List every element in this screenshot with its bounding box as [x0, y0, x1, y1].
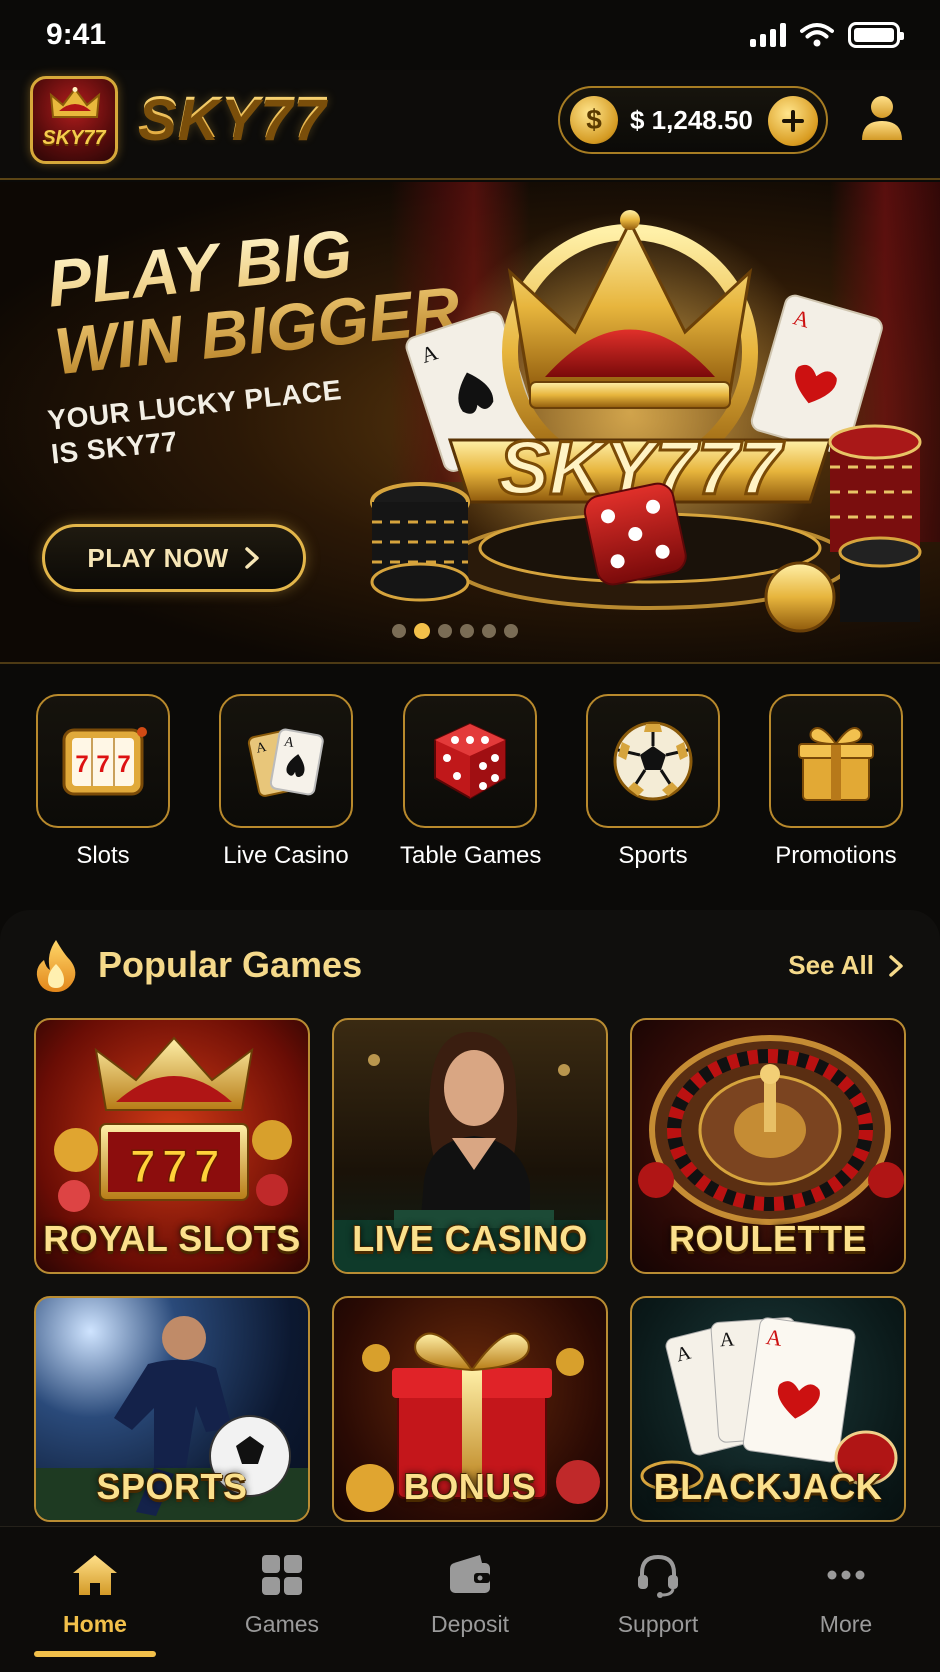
category-label: Table Games: [400, 842, 542, 869]
dice-icon: [434, 722, 506, 800]
app-header: SKY77 SKY77 $ $ 1,248.50: [0, 70, 940, 180]
add-funds-button[interactable]: [768, 96, 818, 146]
svg-text:7: 7: [96, 751, 109, 778]
balance-amount: $ 1,248.50: [630, 104, 753, 135]
section-title: Popular Games: [98, 944, 363, 985]
status-bar: 9:41: [0, 0, 940, 70]
game-title: ROULETTE: [669, 1218, 867, 1259]
soccer-ball-icon: [613, 721, 693, 801]
category-sports[interactable]: Sports: [583, 694, 723, 870]
svg-text:A: A: [719, 1328, 735, 1351]
category-row: 7 7 7 Slots A A Live Casino Table Games …: [0, 694, 940, 874]
nav-games[interactable]: Games: [212, 1551, 352, 1638]
svg-text:7: 7: [162, 1140, 188, 1192]
plus-icon: [782, 110, 804, 132]
logo-text: SKY77: [42, 127, 106, 149]
flame-icon: [36, 940, 76, 992]
category-slots[interactable]: 7 7 7 Slots: [33, 694, 173, 870]
svg-text:7: 7: [130, 1140, 156, 1192]
category-promotions[interactable]: Promotions: [766, 694, 906, 870]
banner-hero-illustration: A A SKY777: [370, 210, 922, 633]
svg-text:7: 7: [194, 1140, 220, 1192]
nav-deposit[interactable]: Deposit: [400, 1551, 540, 1638]
game-card-royal-slots[interactable]: 7 7 7 ROYAL SLOTS: [34, 1018, 310, 1274]
banner-subtitle: YOUR LUCKY PLACE IS SKY77: [46, 374, 344, 470]
game-title: SPORTS: [96, 1466, 248, 1507]
wallet-icon: [450, 1555, 490, 1593]
playing-cards-icon: A A: [247, 728, 324, 797]
category-label: Sports: [618, 842, 688, 869]
balance-pill[interactable]: $ $ 1,248.50: [558, 86, 828, 154]
profile-icon[interactable]: [860, 94, 904, 142]
see-all-link[interactable]: See All: [788, 950, 904, 981]
svg-text:7: 7: [117, 751, 130, 778]
game-card-bonus[interactable]: BONUS: [332, 1296, 608, 1522]
game-card-live-casino[interactable]: LIVE CASINO: [332, 1018, 608, 1274]
more-dots-icon: [827, 1570, 865, 1580]
carousel-dot[interactable]: [482, 624, 496, 638]
active-tab-indicator: [34, 1651, 156, 1657]
carousel-indicator[interactable]: [392, 623, 518, 639]
game-card-blackjack[interactable]: A A A BLACKJACK: [630, 1296, 906, 1522]
game-title: LIVE CASINO: [352, 1218, 588, 1259]
promo-banner[interactable]: PLAY BIG WIN BIGGER YOUR LUCKY PLACE IS …: [0, 182, 940, 664]
play-now-button[interactable]: PLAY NOW: [42, 524, 306, 592]
nav-home[interactable]: Home: [25, 1551, 165, 1638]
carousel-dot[interactable]: [438, 624, 452, 638]
category-live-casino[interactable]: A A Live Casino: [216, 694, 356, 870]
chevron-right-icon: [244, 547, 259, 569]
signal-icon: [750, 23, 786, 47]
brand-name: SKY77: [138, 85, 327, 150]
popular-games-section: Popular Games See All 7 7 7 ROYAL SLOTS: [0, 910, 940, 1526]
headset-icon: [638, 1554, 678, 1598]
coin-icon: $: [570, 96, 618, 144]
carousel-dot[interactable]: [504, 624, 518, 638]
game-title: BONUS: [403, 1466, 537, 1507]
category-label: Promotions: [775, 842, 897, 869]
nav-support[interactable]: Support: [588, 1551, 728, 1638]
carousel-dot[interactable]: [460, 624, 474, 638]
bottom-navigation: Home Games Deposit Support More: [0, 1526, 940, 1672]
game-card-roulette[interactable]: ROULETTE: [630, 1018, 906, 1274]
grid-icon: [262, 1555, 302, 1595]
gift-icon: [798, 727, 874, 801]
nav-more[interactable]: More: [776, 1551, 916, 1638]
svg-text:7: 7: [75, 751, 88, 778]
category-label: Live Casino: [223, 842, 349, 869]
category-table-games[interactable]: Table Games: [400, 694, 542, 870]
game-title: BLACKJACK: [653, 1466, 883, 1507]
slot-machine-icon: 7 7 7: [62, 727, 147, 796]
wifi-icon: [800, 23, 834, 47]
game-title: ROYAL SLOTS: [43, 1218, 301, 1259]
home-icon: [73, 1555, 117, 1595]
carousel-dot[interactable]: [392, 624, 406, 638]
game-card-sports[interactable]: SPORTS: [34, 1296, 310, 1522]
status-time: 9:41: [46, 18, 107, 51]
carousel-dot[interactable]: [414, 623, 430, 639]
app-logo[interactable]: SKY77: [30, 76, 118, 164]
battery-icon: [848, 22, 904, 48]
crown-icon: [49, 87, 101, 118]
chevron-right-icon: [889, 954, 903, 977]
category-label: Slots: [76, 842, 130, 869]
